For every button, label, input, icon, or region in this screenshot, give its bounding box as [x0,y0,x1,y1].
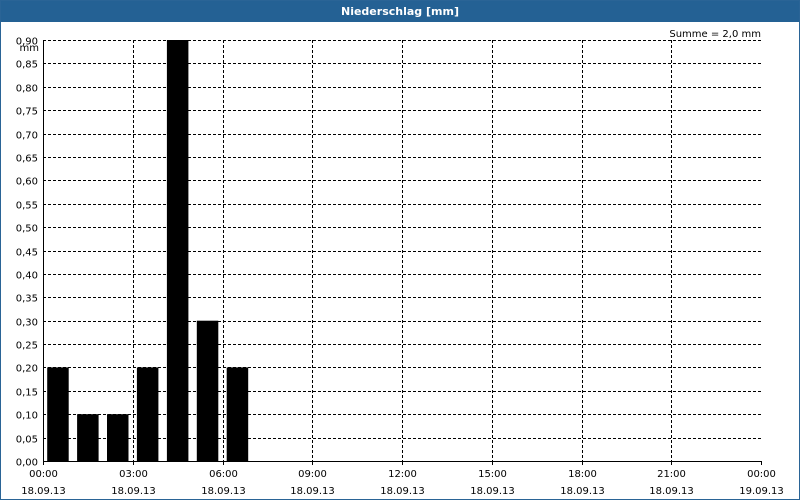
x-tick-time: 06:00 [209,469,238,480]
y-tick-label: 0,35 [16,294,38,305]
precipitation-chart: 0,00 0,05 0,10 0,15 0,20 0,25 0,30 0,35 0,40 0,45… [16,29,784,497]
y-axis-unit-label: mm [20,43,39,54]
x-tick-date: 18.09.13 [111,486,156,497]
precipitation-bar [226,367,249,461]
y-tick-label: 0,70 [16,131,38,142]
precipitation-bar [107,414,129,461]
x-tick-time: 18:00 [568,469,597,480]
y-tick-label: 0,75 [16,107,38,118]
x-tick-time: 00:00 [747,469,776,480]
x-tick-date: 18.09.13 [21,486,66,497]
sum-label: Summe = 2,0 mm [669,29,761,40]
y-tick-label: 0,15 [16,388,38,399]
x-tick-time: 09:00 [298,469,327,480]
x-tick-time: 12:00 [388,469,417,480]
x-tick-date: 18.09.13 [290,486,335,497]
y-tick-label: 0,80 [16,84,38,95]
y-tick-label: 0,65 [16,154,38,165]
y-tick-label: 0,50 [16,224,38,235]
x-tick-date: 18.09.13 [560,486,605,497]
y-tick-label: 0,00 [16,458,38,469]
x-tick-date: 18.09.13 [470,486,515,497]
chart-window: Niederschlag [mm] 0,00 0,05 0,10 0,15 0,20 0,… [0,0,800,500]
y-tick-label: 0,40 [16,271,38,282]
precipitation-bar [136,367,159,461]
x-tick-date: 18.09.13 [201,486,246,497]
precipitation-bar [77,414,99,461]
y-tick-label: 0,45 [16,248,38,259]
y-tick-label: 0,10 [16,411,38,422]
x-tick-date: 18.09.13 [380,486,425,497]
y-tick-label: 0,85 [16,60,38,71]
y-tick-label: 0,05 [16,435,38,446]
x-tick-time: 21:00 [657,469,686,480]
precipitation-bar [47,367,69,461]
x-tick-date: 18.09.13 [649,486,694,497]
y-tick-label: 0,20 [16,364,38,375]
x-tick-time: 00:00 [29,469,58,480]
precipitation-bar [196,320,219,461]
y-tick-label: 0,25 [16,341,38,352]
y-tick-label: 0,60 [16,177,38,188]
precipitation-bar [166,40,189,461]
x-tick-time: 15:00 [478,469,507,480]
x-tick-time: 03:00 [119,469,148,480]
y-tick-label: 0,55 [16,201,38,212]
y-tick-label: 0,30 [16,318,38,329]
x-tick-date: 19.09.13 [739,486,784,497]
